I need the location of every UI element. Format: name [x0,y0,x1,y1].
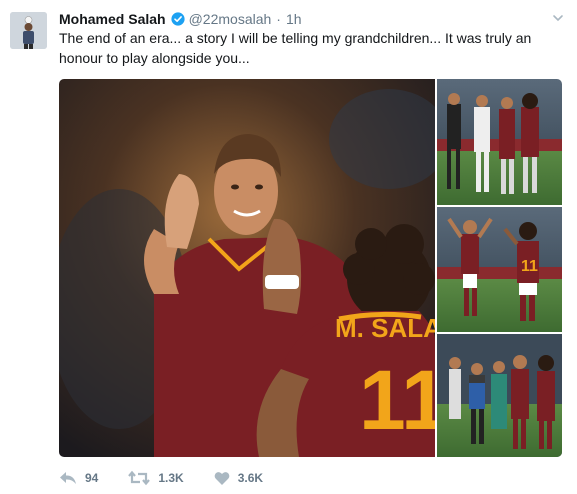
retweet-icon [128,470,151,486]
separator-dot: · [276,11,281,27]
tweet-text: The end of an era... a story I will be t… [59,30,532,66]
thumbnail-photo-2[interactable]: 11 [437,207,562,332]
thumb-jersey-number: 11 [521,258,538,275]
author-handle[interactable]: @22mosalah [189,11,272,27]
retweet-count: 1.3K [158,471,184,485]
thumbnail-photo-3[interactable] [437,334,562,457]
avatar[interactable] [10,12,47,49]
reply-icon [60,472,76,484]
tweet-timestamp[interactable]: 1h [286,11,302,27]
caret-down-icon[interactable] [551,11,565,25]
like-button[interactable]: 3.6K [214,471,263,486]
thumbnail-photo-1[interactable] [437,79,562,205]
like-count: 3.6K [237,471,264,485]
verified-badge-icon [170,12,185,26]
tweet-header: Mohamed Salah @22mosalah · 1h [59,9,302,29]
author-name[interactable]: Mohamed Salah [59,11,166,27]
retweet-button[interactable]: 1.3K [128,470,184,486]
main-photo[interactable]: M. SALA 11 [59,79,449,457]
reply-button[interactable]: 94 [59,470,98,486]
tweet-card: Mohamed Salah @22mosalah · 1h The end of… [0,0,577,494]
jersey-print: M. SALA [335,313,442,343]
tweet-action-bar: 94 1.3K 3.6K [59,468,293,488]
jersey-number: 11 [359,353,448,447]
reply-count: 94 [85,471,99,485]
media-grid: M. SALA 11 11 [59,79,562,457]
heart-icon [214,471,230,485]
